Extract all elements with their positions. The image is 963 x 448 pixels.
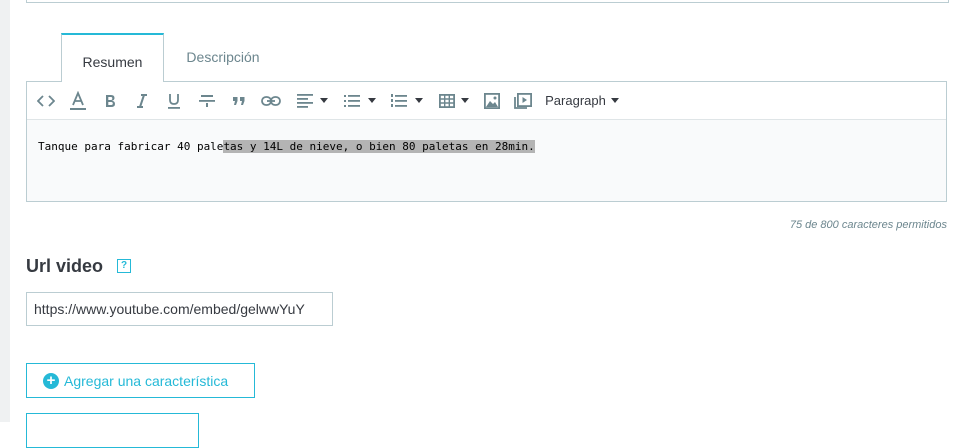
editor-text: Tanque para fabricar 40 paletas y 14L de… [38,140,535,153]
add-feature-button[interactable]: + Agregar una característica [26,363,255,398]
format-select-label: Paragraph [545,93,606,108]
add-feature-label: Agregar una característica [64,372,229,389]
bold-icon[interactable] [100,82,120,119]
media-icon[interactable] [513,82,533,119]
table-dropdown[interactable] [437,82,471,119]
chevron-down-icon [319,98,328,103]
text-color-icon[interactable] [67,82,89,119]
image-icon[interactable] [482,82,502,119]
tab-descripcion[interactable]: Descripción [166,33,280,82]
editor-text-unselected: Tanque para fabricar 40 pale [38,140,224,153]
italic-icon[interactable] [132,82,152,119]
character-counter: 75 de 800 caracteres permitidos [789,219,947,231]
table-icon [439,93,455,108]
strikethrough-icon[interactable] [196,82,218,119]
format-select[interactable]: Paragraph [543,82,621,119]
url-video-input[interactable] [26,292,333,326]
plus-circle-icon: + [43,372,59,389]
bullet-list-icon [344,94,360,107]
editor-toolbar: Paragraph [27,82,946,120]
previous-field-box [26,0,949,3]
tab-resumen[interactable]: Resumen [61,33,164,82]
editor-content-area[interactable]: Tanque para fabricar 40 paletas y 14L de… [27,120,946,201]
numbered-list-icon [391,93,407,108]
align-dropdown[interactable] [292,82,332,119]
code-view-icon[interactable] [35,82,57,119]
url-video-label: Url video [26,256,104,276]
chevron-down-icon [461,98,469,103]
bullet-list-dropdown[interactable] [340,82,380,119]
left-rail [0,0,10,422]
blockquote-icon[interactable] [229,82,249,119]
rich-text-editor: Paragraph Tanque para fabricar 40 paleta… [26,81,947,202]
secondary-outline-button[interactable] [26,413,199,448]
underline-icon[interactable] [164,82,184,119]
link-icon[interactable] [259,82,283,119]
chevron-down-icon [415,98,423,103]
help-icon[interactable]: ? [117,259,131,273]
align-icon [296,93,313,108]
editor-text-selection: tas y 14L de nieve, o bien 80 paletas en… [223,140,535,153]
chevron-down-icon [610,98,619,103]
numbered-list-dropdown[interactable] [387,82,427,119]
chevron-down-icon [368,98,376,103]
